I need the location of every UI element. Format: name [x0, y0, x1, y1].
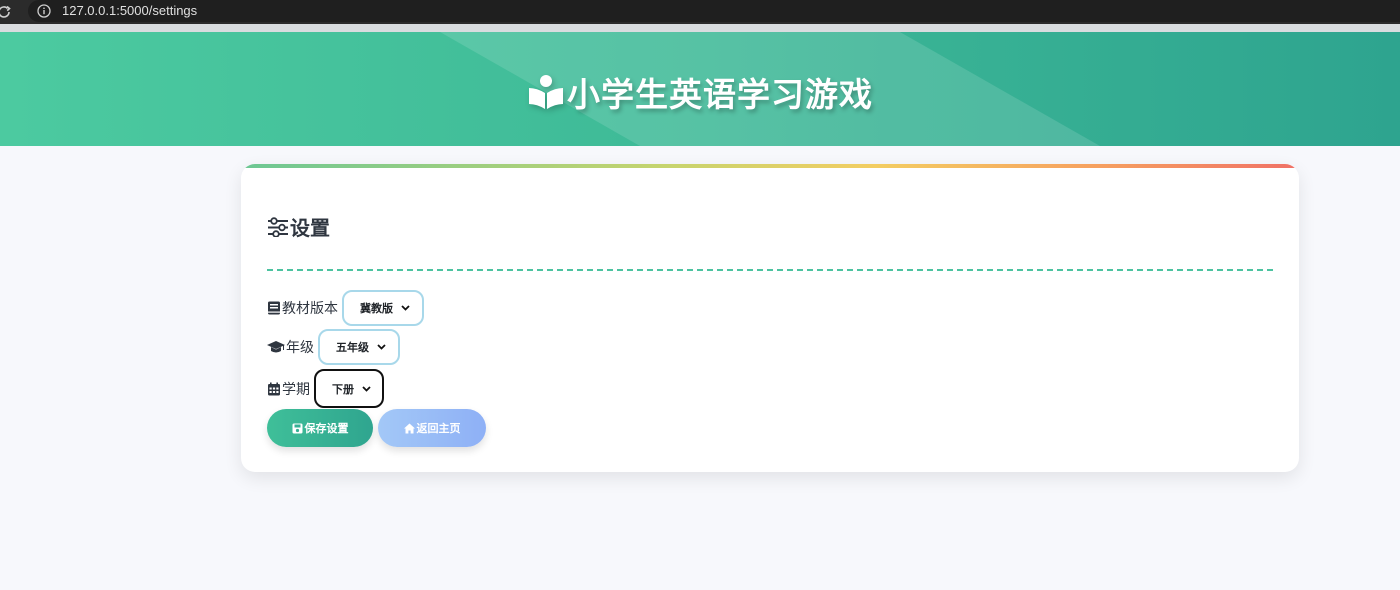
save-settings-button[interactable]: 保存设置 [267, 409, 373, 447]
save-settings-label: 保存设置 [304, 422, 349, 435]
grade-select[interactable]: 五年级 [318, 329, 400, 365]
grade-select-value: 五年级 [336, 341, 369, 354]
chevron-down-icon [377, 344, 386, 350]
grade-row: 年级 五年级 [267, 329, 400, 365]
book-reader-icon [529, 75, 563, 109]
textbook-select[interactable]: 冀教版 [342, 290, 424, 326]
book-icon [268, 301, 280, 315]
browser-separator [0, 24, 1400, 32]
grade-label: 年级 [286, 340, 314, 356]
save-icon [292, 423, 302, 433]
settings-heading-text: 设置 [290, 216, 330, 240]
divider [267, 269, 1273, 271]
home-icon [403, 423, 415, 433]
chevron-down-icon [401, 305, 410, 311]
chevron-down-icon [362, 385, 371, 392]
back-home-label: 返回主页 [416, 422, 461, 435]
back-home-button[interactable]: 返回主页 [378, 409, 486, 447]
semester-row: 学期 下册 [267, 369, 384, 408]
card-accent-bar [241, 164, 1299, 168]
semester-select[interactable]: 下册 [314, 369, 384, 408]
textbook-select-value: 冀教版 [360, 302, 393, 315]
graduation-cap-icon [267, 341, 285, 353]
semester-label: 学期 [282, 381, 310, 398]
calendar-icon [268, 382, 280, 395]
address-bar[interactable] [28, 0, 1400, 22]
url-text[interactable]: 127.0.0.1:5000/settings [62, 3, 197, 18]
settings-heading: 设置 [267, 212, 330, 241]
info-icon[interactable] [37, 4, 51, 18]
settings-card: 设置 教材版本 冀教版 年级 五年级 学期 下册 保存设置 返回主页 [241, 164, 1299, 472]
semester-select-value: 下册 [332, 382, 354, 396]
browser-toolbar: 127.0.0.1:5000/settings [0, 0, 1400, 24]
textbook-label: 教材版本 [282, 301, 338, 317]
textbook-row: 教材版本 冀教版 [267, 290, 424, 326]
page-header: 小学生英语学习游戏 [0, 32, 1400, 146]
site-title-text: 小学生英语学习游戏 [567, 75, 873, 114]
sliders-icon [268, 216, 288, 237]
reload-icon[interactable] [0, 3, 12, 21]
site-title: 小学生英语学习游戏 [0, 68, 1400, 116]
